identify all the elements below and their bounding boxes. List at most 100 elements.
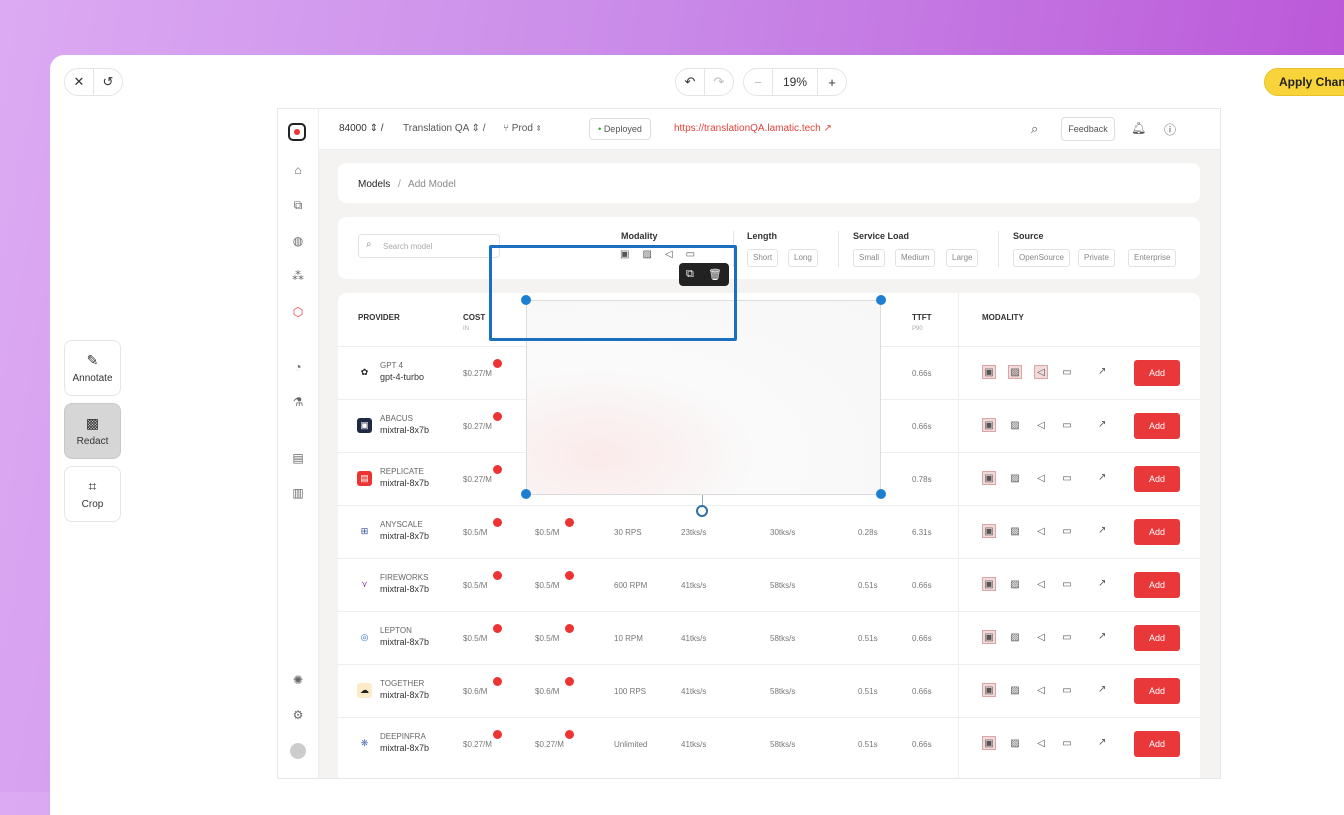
flask-icon[interactable]: ⚗ <box>290 394 306 410</box>
add-model-button[interactable]: Add <box>1134 731 1180 757</box>
image-modality-icon[interactable]: ▨ <box>1008 524 1022 538</box>
external-link-icon[interactable]: ↗ <box>1098 578 1106 589</box>
audio-modality-icon[interactable]: ◁ <box>1034 418 1048 432</box>
breadcrumb-models[interactable]: Models <box>358 179 390 190</box>
flow-icon[interactable]: ⧉ <box>290 197 306 213</box>
branch-selector[interactable]: ⑂ Prod ⇕ <box>503 123 542 134</box>
clipboard-icon[interactable]: ▤ <box>290 450 306 466</box>
search-input[interactable]: Search model <box>358 234 500 258</box>
text-modality-icon[interactable]: ▣ <box>982 365 996 379</box>
crop-tool[interactable]: ⌗ Crop <box>64 466 121 522</box>
resize-handle-top-right[interactable] <box>876 295 886 305</box>
search-icon: ⌕ <box>366 239 372 250</box>
external-link-icon[interactable]: ↗ <box>1098 631 1106 642</box>
provider-name: TOGETHER <box>380 679 425 688</box>
image-modality-icon[interactable]: ▨ <box>1008 418 1022 432</box>
close-icon[interactable]: ✕ <box>65 69 93 95</box>
project-selector[interactable]: Translation QA ⇕ / <box>403 123 486 134</box>
add-model-button[interactable]: Add <box>1134 413 1180 439</box>
add-model-button[interactable]: Add <box>1134 678 1180 704</box>
image-modality-icon[interactable]: ▨ <box>1008 471 1022 485</box>
selection-highlight[interactable] <box>489 245 737 341</box>
text-modality-icon[interactable]: ▣ <box>982 683 996 697</box>
annotate-tool[interactable]: ✎ Annotate <box>64 340 121 396</box>
throughput-peak: 58tks/s <box>770 740 796 749</box>
zoom-out-button[interactable]: − <box>744 69 772 95</box>
resize-handle-bottom-right[interactable] <box>876 489 886 499</box>
resize-handle-bottom-left[interactable] <box>521 489 531 499</box>
audio-modality-icon[interactable]: ◁ <box>1034 736 1048 750</box>
video-modality-icon[interactable]: ▭ <box>1060 577 1074 591</box>
external-link-icon[interactable]: ↗ <box>1098 737 1106 748</box>
video-modality-icon[interactable]: ▭ <box>1060 471 1074 485</box>
search-icon[interactable]: ⌕ <box>1031 121 1038 137</box>
duplicate-icon[interactable]: ⧉ <box>686 268 694 281</box>
add-model-button[interactable]: Add <box>1134 519 1180 545</box>
video-modality-icon[interactable]: ▭ <box>1060 365 1074 379</box>
image-modality-icon[interactable]: ▨ <box>1008 736 1022 750</box>
service-medium-chip[interactable]: Medium <box>895 249 936 267</box>
text-modality-icon[interactable]: ▣ <box>982 418 996 432</box>
report-icon[interactable]: ▥ <box>290 485 306 501</box>
text-modality-icon[interactable]: ▣ <box>982 577 996 591</box>
redo-icon[interactable]: ↷ <box>705 69 733 95</box>
audio-modality-icon[interactable]: ◁ <box>1034 365 1048 379</box>
length-short-chip[interactable]: Short <box>747 249 779 267</box>
add-model-button[interactable]: Add <box>1134 625 1180 651</box>
text-modality-icon[interactable]: ▣ <box>982 736 996 750</box>
service-small-chip[interactable]: Small <box>853 249 886 267</box>
external-link-icon[interactable]: ↗ <box>1098 366 1106 377</box>
help-icon[interactable]: ⓘ <box>1164 121 1176 138</box>
source-enterprise-chip[interactable]: Enterprise <box>1128 249 1177 267</box>
history-icon[interactable]: ↺ <box>94 69 122 95</box>
app-url-link[interactable]: https://translationQA.lamatic.tech ↗ <box>674 123 832 134</box>
external-link-icon[interactable]: ↗ <box>1098 525 1106 536</box>
text-modality-icon[interactable]: ▣ <box>982 471 996 485</box>
length-long-chip[interactable]: Long <box>788 249 818 267</box>
database-icon[interactable]: ◍ <box>290 233 306 249</box>
audio-modality-icon[interactable]: ◁ <box>1034 471 1048 485</box>
add-model-button[interactable]: Add <box>1134 360 1180 386</box>
add-model-button[interactable]: Add <box>1134 466 1180 492</box>
audio-modality-icon[interactable]: ◁ <box>1034 630 1048 644</box>
audio-modality-icon[interactable]: ◁ <box>1034 683 1048 697</box>
integrations-icon[interactable]: ✺ <box>290 672 306 688</box>
audio-modality-icon[interactable]: ◁ <box>1034 577 1048 591</box>
video-modality-icon[interactable]: ▭ <box>1060 418 1074 432</box>
video-modality-icon[interactable]: ▭ <box>1060 683 1074 697</box>
settings-gear-icon[interactable]: ⚙ <box>290 707 306 723</box>
source-opensource-chip[interactable]: OpenSource <box>1013 249 1070 267</box>
gauge-icon[interactable]: ◔ <box>290 359 306 375</box>
text-modality-icon[interactable]: ▣ <box>982 630 996 644</box>
text-modality-icon[interactable]: ▣ <box>982 524 996 538</box>
image-modality-icon[interactable]: ▨ <box>1008 683 1022 697</box>
image-modality-icon[interactable]: ▨ <box>1008 577 1022 591</box>
bell-icon[interactable]: 🔔︎ <box>1131 121 1146 135</box>
external-link-icon[interactable]: ↗ <box>1098 419 1106 430</box>
video-modality-icon[interactable]: ▭ <box>1060 630 1074 644</box>
video-modality-icon[interactable]: ▭ <box>1060 736 1074 750</box>
service-large-chip[interactable]: Large <box>946 249 979 267</box>
external-link-icon[interactable]: ↗ <box>1098 472 1106 483</box>
undo-icon[interactable]: ↶ <box>676 69 704 95</box>
ttft-value: 0.66s <box>912 687 932 696</box>
trash-icon[interactable]: 🗑︎ <box>708 268 722 281</box>
workspace-selector[interactable]: 84000 ⇕ / <box>339 123 384 134</box>
apply-changes-button[interactable]: Apply Changes <box>1264 68 1344 96</box>
add-model-button[interactable]: Add <box>1134 572 1180 598</box>
external-link-icon[interactable]: ↗ <box>1098 684 1106 695</box>
feedback-button[interactable]: Feedback <box>1061 117 1115 141</box>
image-modality-icon[interactable]: ▨ <box>1008 365 1022 379</box>
home-icon[interactable]: ⌂ <box>290 162 306 178</box>
video-modality-icon[interactable]: ▭ <box>1060 524 1074 538</box>
redact-tool[interactable]: ▩ Redact <box>64 403 121 459</box>
rotate-handle[interactable] <box>696 505 708 517</box>
zoom-in-button[interactable]: + <box>818 69 846 95</box>
avatar[interactable] <box>290 743 306 759</box>
models-cube-icon[interactable]: ⬡ <box>290 304 306 320</box>
audio-modality-icon[interactable]: ◁ <box>1034 524 1048 538</box>
apps-icon[interactable]: ⁂ <box>290 268 306 284</box>
source-private-chip[interactable]: Private <box>1078 249 1115 267</box>
cost-in: $0.27/M <box>463 740 492 749</box>
image-modality-icon[interactable]: ▨ <box>1008 630 1022 644</box>
